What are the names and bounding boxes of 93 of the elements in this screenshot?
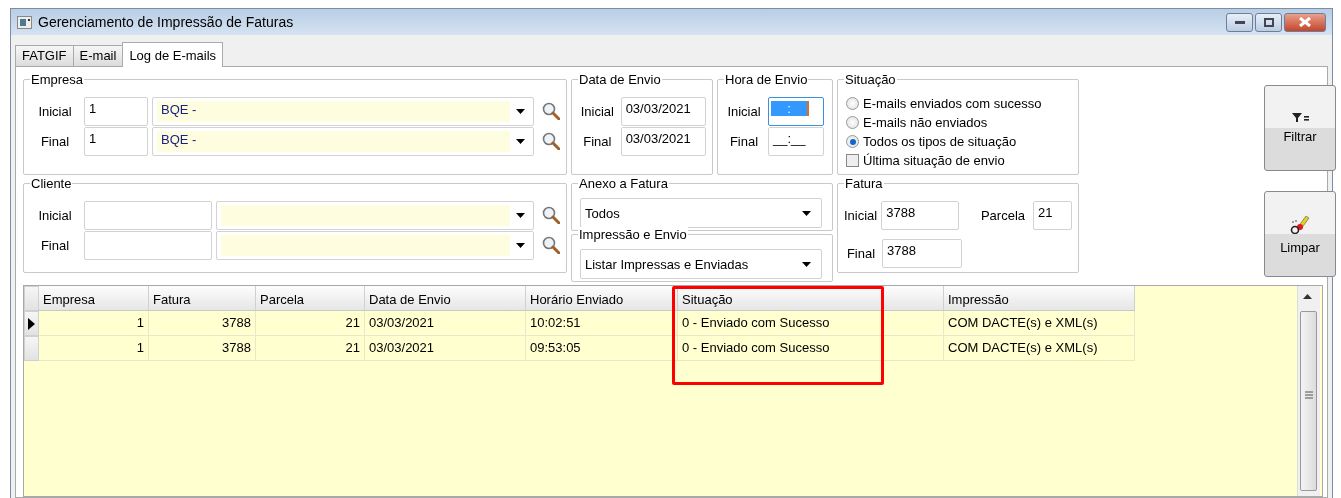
dropdown[interactable]: Listar Impressas e Enviadas — [580, 249, 822, 279]
table-cell: 0 - Enviado com Sucesso — [678, 336, 944, 361]
table-cell: COM DACTE(s) e XML(s) — [944, 311, 1135, 336]
field-label: Final — [728, 133, 760, 149]
group-title: Hora de Envio — [724, 72, 809, 87]
minimize-button[interactable] — [1226, 12, 1253, 32]
company-combo[interactable]: BQE - — [152, 126, 534, 156]
table-cell: 21 — [256, 336, 365, 361]
scroll-thumb[interactable] — [1300, 311, 1317, 491]
clear-button[interactable]: Limpar — [1264, 191, 1336, 277]
table-cell: 09:53:05 — [526, 336, 678, 361]
installment-field[interactable]: 21 — [1033, 200, 1072, 230]
filter-icon — [1291, 112, 1309, 123]
group-title: Empresa — [30, 72, 85, 87]
group-title: Impressão e Envio — [578, 227, 688, 242]
column-header[interactable]: Parcela — [256, 286, 365, 311]
dropdown[interactable]: Todos — [580, 198, 822, 228]
checkbox-label: Última situação de envio — [863, 153, 1005, 168]
table-cell: 10:02:51 — [526, 311, 678, 336]
dropdown-arrow-icon[interactable] — [802, 210, 811, 216]
window-title: Gerenciamento de Impressão de Faturas — [38, 14, 295, 30]
radio-button[interactable] — [846, 135, 859, 148]
column-header[interactable]: Impressão — [944, 286, 1135, 311]
table-cell: 03/03/2021 — [365, 336, 526, 361]
code-field[interactable]: 1 — [84, 126, 148, 156]
field-label: Parcela — [980, 207, 1025, 223]
close-icon — [1299, 17, 1311, 27]
dropdown-arrow-icon[interactable] — [516, 212, 525, 218]
filter-button[interactable]: Filtrar — [1264, 85, 1336, 171]
field-label: Inicial — [579, 103, 615, 119]
table-cell: 03/03/2021 — [365, 311, 526, 336]
code-field[interactable] — [84, 230, 212, 260]
column-header[interactable]: Empresa — [39, 286, 149, 311]
code-field[interactable] — [84, 200, 212, 230]
column-header[interactable]: Data de Envio — [365, 286, 526, 311]
field-label: Final — [845, 245, 877, 261]
field-label: Final — [582, 133, 613, 149]
column-header[interactable]: Horário Enviado — [526, 286, 678, 311]
option-label: Todos os tipos de situação — [863, 134, 1017, 149]
group-title: Cliente — [30, 176, 73, 191]
invoice-field[interactable]: 3788 — [881, 200, 959, 230]
option-label: E-mails não enviados — [863, 115, 988, 130]
table-cell: 1 — [39, 336, 149, 361]
field-label: Final — [39, 133, 71, 149]
field-label: Inicial — [844, 207, 878, 223]
search-icon[interactable] — [542, 102, 560, 120]
field-label: Inicial — [37, 103, 73, 119]
date-field[interactable]: 03/03/2021 — [620, 96, 706, 126]
search-icon[interactable] — [542, 236, 560, 254]
table-cell: 0 - Enviado com Sucesso — [678, 311, 944, 336]
scroll-up-icon — [1303, 294, 1312, 299]
maximize-icon — [1263, 17, 1274, 27]
date-field[interactable]: 03/03/2021 — [620, 126, 706, 156]
group-title: Data de Envio — [578, 72, 662, 87]
maximize-button[interactable] — [1255, 12, 1282, 32]
close-button[interactable] — [1284, 12, 1326, 32]
table-cell: 1 — [39, 311, 149, 336]
current-row-icon — [28, 317, 35, 330]
dropdown-arrow-icon[interactable] — [802, 261, 811, 267]
code-field[interactable]: 1 — [84, 96, 148, 126]
search-icon[interactable] — [542, 206, 560, 224]
group-title: Anexo a Fatura — [578, 176, 669, 191]
tab[interactable]: E-mail — [72, 45, 124, 66]
row-selector[interactable] — [24, 311, 39, 336]
scrollbar[interactable] — [1297, 286, 1320, 496]
row-header — [24, 286, 39, 311]
column-header[interactable]: Fatura — [149, 286, 256, 311]
radio-button[interactable] — [846, 116, 859, 129]
company-combo[interactable]: BQE - — [152, 96, 534, 126]
app-icon — [17, 15, 32, 29]
table-cell: 3788 — [149, 336, 256, 361]
eraser-icon — [1290, 213, 1310, 234]
dropdown-arrow-icon[interactable] — [516, 138, 525, 144]
field-label: Inicial — [37, 207, 73, 223]
group-title: Situação — [844, 72, 897, 87]
grip-icon — [1305, 391, 1313, 399]
table-cell: 3788 — [149, 311, 256, 336]
checkbox[interactable] — [846, 154, 859, 167]
field-label: Final — [39, 237, 71, 253]
tab[interactable]: Log de E-mails — [122, 42, 224, 67]
tab[interactable]: FATGIF — [15, 45, 74, 66]
table-cell: 21 — [256, 311, 365, 336]
group-title: Fatura — [844, 176, 884, 191]
dropdown-arrow-icon[interactable] — [516, 108, 525, 114]
time-field[interactable]: __:__ — [768, 126, 824, 156]
dropdown-arrow-icon[interactable] — [516, 242, 525, 248]
search-icon[interactable] — [542, 132, 560, 150]
field-label: Inicial — [726, 103, 762, 119]
table-cell: COM DACTE(s) e XML(s) — [944, 336, 1135, 361]
invoice-field[interactable]: 3788 — [882, 238, 962, 268]
minimize-icon — [1234, 20, 1245, 24]
option-label: E-mails enviados com sucesso — [863, 96, 1042, 111]
radio-button[interactable] — [846, 97, 859, 110]
